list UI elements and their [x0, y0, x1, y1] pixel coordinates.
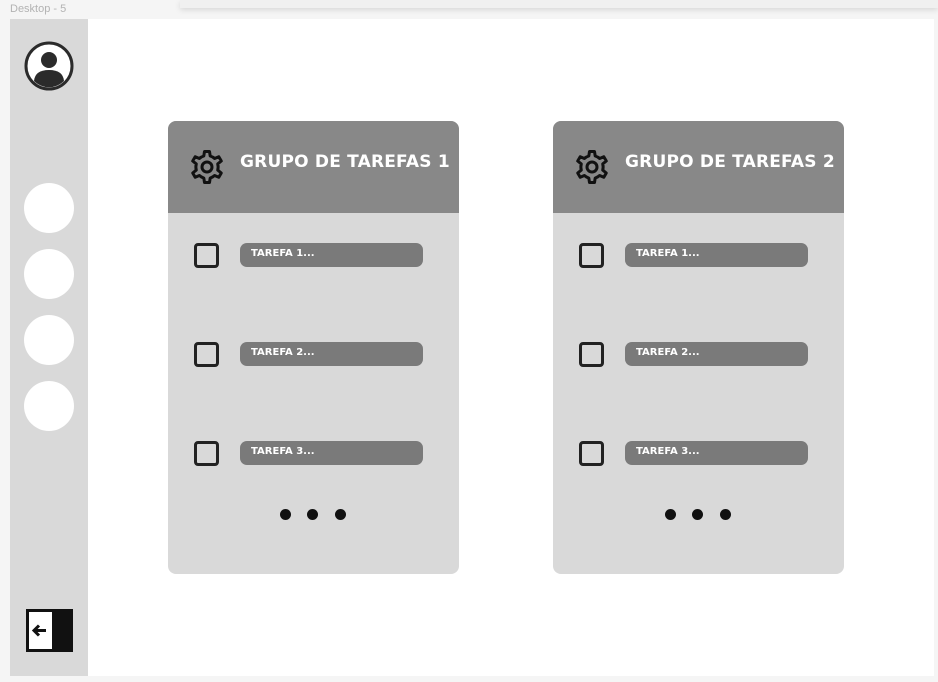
task-checkbox-2[interactable] — [194, 342, 219, 367]
task-label: TAREFA 1... — [636, 248, 700, 259]
task-label: TAREFA 2... — [636, 347, 700, 358]
task-group-card-1: GRUPO DE TAREFAS 1 TAREFA 1... TAREFA 2.… — [168, 121, 459, 574]
task-group-title: GRUPO DE TAREFAS 2 — [625, 152, 835, 172]
task-label: TAREFA 2... — [251, 347, 315, 358]
desktop-canvas: GRUPO DE TAREFAS 1 TAREFA 1... TAREFA 2.… — [10, 19, 934, 676]
task-item-1[interactable]: TAREFA 1... — [625, 243, 808, 267]
task-label: TAREFA 3... — [636, 446, 700, 457]
gear-icon[interactable] — [574, 149, 610, 185]
task-group-title: GRUPO DE TAREFAS 1 — [240, 152, 450, 172]
more-horizontal-icon[interactable] — [280, 509, 346, 521]
task-item-3[interactable]: TAREFA 3... — [240, 441, 423, 465]
task-item-2[interactable]: TAREFA 2... — [625, 342, 808, 366]
frame-label: Desktop - 5 — [10, 3, 67, 15]
sidebar-nav-item-2[interactable] — [24, 249, 74, 299]
task-label: TAREFA 3... — [251, 446, 315, 457]
task-checkbox-1[interactable] — [579, 243, 604, 268]
top-bar-shadow — [180, 0, 938, 8]
more-horizontal-icon[interactable] — [665, 509, 731, 521]
user-circle-icon[interactable] — [24, 41, 74, 91]
task-item-2[interactable]: TAREFA 2... — [240, 342, 423, 366]
task-checkbox-3[interactable] — [579, 441, 604, 466]
task-checkbox-2[interactable] — [579, 342, 604, 367]
sidebar-nav-item-3[interactable] — [24, 315, 74, 365]
task-checkbox-3[interactable] — [194, 441, 219, 466]
task-item-3[interactable]: TAREFA 3... — [625, 441, 808, 465]
sidebar-nav-item-4[interactable] — [24, 381, 74, 431]
task-group-card-2: GRUPO DE TAREFAS 2 TAREFA 1... TAREFA 2.… — [553, 121, 844, 574]
sidebar — [10, 19, 88, 676]
gear-icon[interactable] — [189, 149, 225, 185]
task-label: TAREFA 1... — [251, 248, 315, 259]
task-group-header: GRUPO DE TAREFAS 2 — [553, 121, 844, 213]
collapse-sidebar-icon[interactable] — [26, 609, 73, 652]
task-checkbox-1[interactable] — [194, 243, 219, 268]
task-group-header: GRUPO DE TAREFAS 1 — [168, 121, 459, 213]
sidebar-nav-item-1[interactable] — [24, 183, 74, 233]
task-item-1[interactable]: TAREFA 1... — [240, 243, 423, 267]
